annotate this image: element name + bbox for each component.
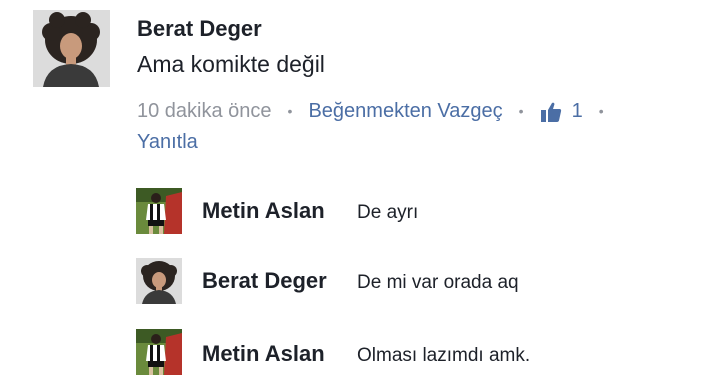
- reply-text: De mi var orada aq: [357, 272, 519, 293]
- reply-author[interactable]: Metin Aslan: [202, 341, 325, 367]
- reply-text: Olması lazımdı amk.: [357, 345, 531, 366]
- separator-dot: •: [287, 102, 293, 119]
- soccer-player-avatar-icon[interactable]: [136, 329, 182, 375]
- reply-text: De ayrı: [357, 202, 419, 223]
- like-count[interactable]: 1: [572, 100, 583, 123]
- reply-item: Metin Aslan De ayrı: [0, 188, 720, 244]
- reply-item: Berat Deger De mi var orada aq: [0, 258, 720, 314]
- curly-hair-avatar-icon[interactable]: [33, 10, 110, 87]
- reply-item: Metin Aslan Olması lazımdı amk.: [0, 329, 720, 385]
- main-comment: Berat Deger Ama komikte değil 10 dakika …: [0, 0, 720, 170]
- comment-text: Ama komikte değil: [137, 51, 325, 77]
- reply-author[interactable]: Berat Deger: [202, 268, 327, 294]
- separator-dot: •: [518, 102, 524, 119]
- comment-author[interactable]: Berat Deger: [137, 16, 262, 42]
- thumbs-up-icon[interactable]: [540, 101, 562, 123]
- curly-hair-avatar-icon[interactable]: [136, 258, 182, 304]
- separator-dot: •: [598, 102, 604, 119]
- unlike-button[interactable]: Beğenmekten Vazgeç: [308, 100, 502, 123]
- comment-meta: 10 dakika önce • Beğenmekten Vazgeç • 1 …: [137, 100, 620, 123]
- reply-button[interactable]: Yanıtla: [137, 131, 198, 154]
- soccer-player-avatar-icon[interactable]: [136, 188, 182, 234]
- comment-timestamp[interactable]: 10 dakika önce: [137, 100, 272, 123]
- reply-author[interactable]: Metin Aslan: [202, 198, 325, 224]
